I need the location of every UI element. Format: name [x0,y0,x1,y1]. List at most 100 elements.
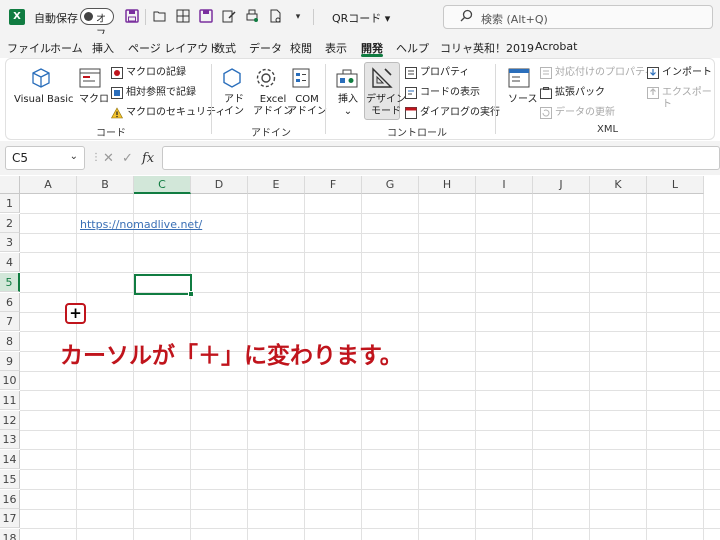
column-header-f[interactable]: F [305,176,362,194]
column-header-i[interactable]: I [476,176,533,194]
qat-separator [145,9,146,25]
column-header-l[interactable]: L [647,176,704,194]
row-gridline [20,272,720,274]
document-title[interactable]: QRコード ▾ [332,10,390,26]
tab-home[interactable]: ホーム [50,40,83,56]
more-options-icon[interactable]: ⋮ [91,152,101,163]
column-header-a[interactable]: A [20,176,77,194]
row-gridline [20,252,720,254]
relative-reference-button[interactable]: 相対参照で記録 [126,87,196,99]
view-code-button[interactable]: コードの表示 [420,87,480,99]
tab-koryaeiwa[interactable]: コリャ英和！2019 [440,40,534,56]
row-gridline [20,528,720,530]
row-header-2[interactable]: 2 [0,213,20,233]
design-mode-label: デザイン モード [366,94,406,118]
row-header-11[interactable]: 11 [0,391,20,410]
tab-help[interactable]: ヘルプ [396,40,429,56]
addin-label-2: イン [224,106,244,117]
name-box[interactable]: C5 ⌄ [5,146,85,170]
insert-function-icon[interactable]: fx [142,151,154,166]
column-header-b[interactable]: B [77,176,134,194]
addin-label-1: アド [224,94,244,105]
macro-button[interactable]: マクロ [79,94,109,106]
column-header-g[interactable]: G [362,176,419,194]
run-dialog-button[interactable]: ダイアログの実行 [420,107,500,119]
save-as-icon[interactable] [198,9,214,25]
open-icon[interactable] [152,9,168,25]
column-header-c[interactable]: C [134,176,191,194]
record-macro-icon [111,67,123,79]
tab-acrobat[interactable]: Acrobat [535,40,577,53]
table-icon[interactable] [175,9,191,25]
com-addin-button[interactable]: COM アドイン [287,94,327,118]
tab-data[interactable]: データ [249,40,282,56]
row-header-9[interactable]: 9 [0,351,20,371]
visual-basic-button[interactable]: Visual Basic [14,94,74,106]
column-header-e[interactable]: E [248,176,305,194]
row-header-13[interactable]: 13 [0,430,20,450]
row-header-8[interactable]: 8 [0,331,20,351]
qat-separator [313,9,314,25]
record-macro-button[interactable]: マクロの記録 [126,67,186,79]
search-icon [460,9,473,26]
addin-button[interactable]: アド イン [224,94,244,118]
controls-group-label: コントロール [387,128,447,139]
hyperlink-cell-b2[interactable]: https://nomadlive.net/ [80,218,202,231]
row-header-14[interactable]: 14 [0,450,20,470]
properties-button[interactable]: プロパティ [420,67,469,79]
column-header-k[interactable]: K [590,176,647,194]
active-tab-indicator [361,54,383,57]
row-header-10[interactable]: 10 [0,371,20,391]
qat-dropdown-icon[interactable]: ▾ [290,9,306,25]
column-gridline [532,194,533,540]
export-button[interactable]: エクスポート [662,87,720,111]
import-button[interactable]: インポート [662,67,712,79]
xml-source-button[interactable]: ソース [508,94,538,106]
group-separator [211,64,212,134]
print-preview-icon[interactable] [244,9,260,25]
tab-insert[interactable]: 挿入 [92,40,114,56]
row-header-7[interactable]: 7 [0,312,20,332]
row-header-18[interactable]: 18 [0,528,20,540]
expansion-packs-button[interactable]: 拡張パック [555,87,605,99]
edit-icon[interactable] [221,9,237,25]
tab-file[interactable]: ファイル [7,40,51,56]
row-header-3[interactable]: 3 [0,233,20,253]
tab-review[interactable]: 校閲 [290,40,312,56]
search-box[interactable]: 検索 (Alt+Q) [443,5,713,29]
formula-input[interactable] [162,146,720,170]
select-all-corner[interactable] [0,176,20,194]
com-addin-label-2: アドイン [287,106,327,117]
row-gridline [20,331,720,333]
row-header-4[interactable]: 4 [0,253,20,273]
save-icon[interactable] [124,9,140,25]
properties-icon [405,67,417,79]
row-header-6[interactable]: 6 [0,292,20,312]
column-header-d[interactable]: D [191,176,248,194]
row-gridline [20,449,720,451]
map-properties-button[interactable]: 対応付けのプロパティ [555,67,654,79]
fill-handle[interactable] [188,291,194,297]
tab-formulas[interactable]: 数式 [214,40,236,56]
column-header-h[interactable]: H [419,176,476,194]
autosave-toggle[interactable]: オフ [80,8,114,40]
row-header-17[interactable]: 17 [0,509,20,529]
row-gridline [20,410,720,411]
row-header-1[interactable]: 1 [0,194,20,213]
enter-icon[interactable]: ✓ [122,151,133,166]
design-mode-icon [370,66,394,90]
row-header-5[interactable]: 5 [0,272,20,292]
row-header-16[interactable]: 16 [0,489,20,509]
document-icon[interactable] [267,9,283,25]
row-header-12[interactable]: 12 [0,410,20,430]
insert-control-button[interactable]: 挿入 ⌄ [338,94,358,118]
tab-view[interactable]: 表示 [325,40,347,56]
refresh-data-button[interactable]: データの更新 [555,107,615,119]
import-icon [647,67,659,79]
addin-icon [220,66,244,90]
active-cell-c5[interactable] [134,274,192,295]
tab-page-layout[interactable]: ページ レイアウト [128,40,219,56]
row-header-15[interactable]: 15 [0,469,20,489]
cancel-icon[interactable]: ✕ [103,151,114,166]
column-header-j[interactable]: J [533,176,590,194]
